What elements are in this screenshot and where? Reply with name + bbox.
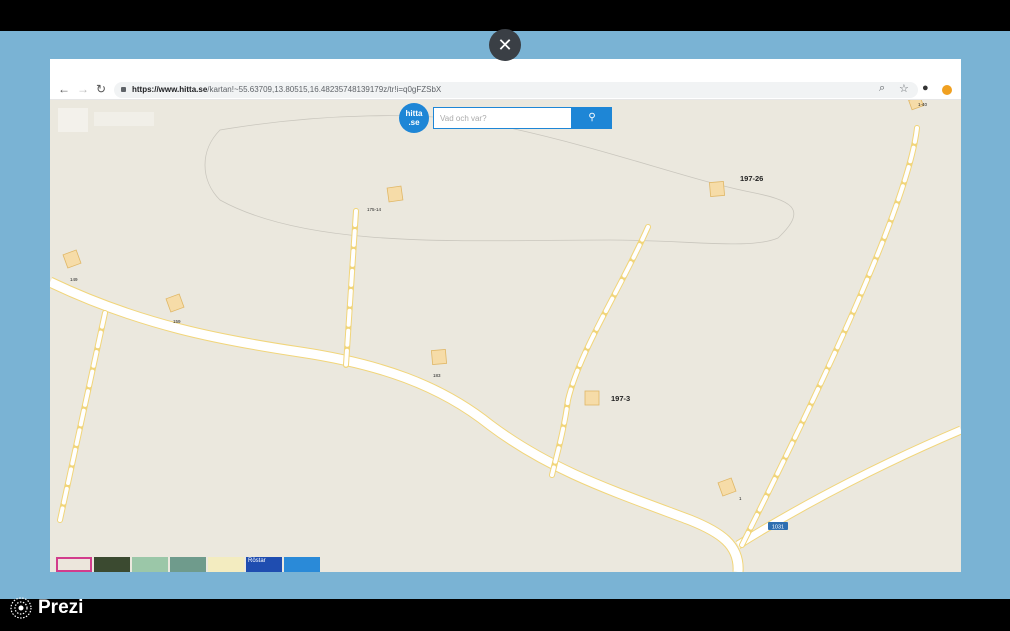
plot-label-183: 183	[433, 373, 441, 378]
map-layer-thumbnails: Röstar	[56, 557, 320, 572]
search-icon: ⚲	[588, 112, 596, 123]
main-road	[50, 277, 743, 572]
building	[708, 180, 726, 198]
plot-label-175-14: 175-14	[367, 207, 382, 212]
hitta-logo[interactable]: hitta .se	[399, 103, 429, 133]
map-layer-traffic[interactable]	[284, 557, 320, 572]
building	[62, 249, 82, 269]
browser-screenshot: ← → ↻ https://www.hitta.se/kartan!~55.63…	[50, 59, 961, 572]
search-button[interactable]: ⚲	[572, 107, 612, 129]
plot-label-197-3: 197-3	[611, 394, 630, 403]
close-button[interactable]: ✕	[489, 29, 521, 61]
road-number-badge: 1031	[768, 522, 788, 531]
lock-icon	[121, 87, 126, 92]
map-layer-satellite[interactable]	[94, 557, 130, 572]
plot-label-1-40: 1-40	[918, 102, 928, 107]
address-bar-row: ← → ↻ https://www.hitta.se/kartan!~55.63…	[50, 80, 961, 100]
star-icon[interactable]: ☆	[899, 82, 909, 95]
map-graphics: 197-26 197-3 175-14 149 159 183 1 1-40 1…	[50, 100, 961, 572]
hitta-search-bar: hitta .se ⚲	[399, 103, 612, 133]
prezi-logo-icon	[10, 597, 32, 619]
map-layer-rostar-label: Röstar	[248, 558, 266, 564]
url-path: /kartan!~55.63709,13.80515,16.4823574813…	[207, 85, 442, 94]
hitta-logo-line2: .se	[408, 118, 420, 127]
building	[430, 348, 448, 366]
back-arrow-icon[interactable]: ←	[58, 82, 70, 96]
faded-map-logo	[58, 108, 88, 132]
bottom-bar	[0, 599, 1010, 631]
plot-label-1: 1	[739, 496, 742, 501]
browser-tab-strip	[50, 59, 961, 80]
map-canvas[interactable]: 197-26 197-3 175-14 149 159 183 1 1-40 1…	[50, 100, 961, 572]
map-layer-standard[interactable]	[56, 557, 92, 572]
map-layer-rostar[interactable]: Röstar	[246, 557, 282, 572]
extension-icon[interactable]	[942, 85, 952, 95]
presentation-frame: ✕ ← → ↻ https://www.hitta.se/kartan!~55.…	[0, 0, 1010, 631]
building	[386, 185, 404, 203]
plot-label-149: 149	[70, 277, 78, 282]
zoom-icon[interactable]: ⌕	[879, 82, 885, 95]
reload-icon[interactable]: ↻	[96, 82, 106, 96]
building	[165, 293, 185, 313]
prezi-wordmark: Prezi	[38, 597, 84, 618]
forward-arrow-icon[interactable]: →	[77, 82, 89, 96]
prezi-brand: Prezi	[10, 597, 83, 619]
plot-label-197-26: 197-26	[740, 174, 763, 183]
building	[717, 477, 737, 497]
plot-label-159: 159	[173, 319, 181, 324]
faded-map-text	[94, 112, 154, 126]
top-bar	[0, 0, 1010, 31]
building	[584, 390, 600, 406]
road-number-1031: 1031	[772, 525, 784, 531]
url-field[interactable]: https://www.hitta.se/kartan!~55.63709,13…	[114, 82, 918, 98]
area-boundary	[204, 115, 795, 245]
url-host: https://www.hitta.se	[132, 85, 208, 94]
search-input[interactable]	[433, 107, 572, 129]
map-layer-aerial[interactable]	[170, 557, 206, 572]
hitta-logo-line1: hitta	[405, 109, 423, 118]
map-layer-sea[interactable]	[208, 557, 244, 572]
map-layer-terrain[interactable]	[132, 557, 168, 572]
account-icon[interactable]: ●	[922, 82, 929, 94]
